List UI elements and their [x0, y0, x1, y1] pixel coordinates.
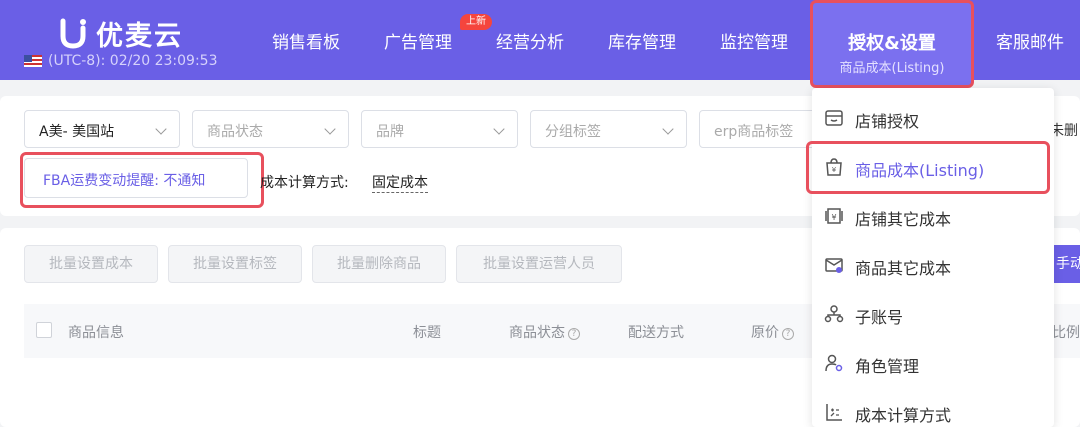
group-tag-placeholder: 分组标签 [545, 124, 601, 140]
product-other-cost-icon [825, 258, 843, 273]
col-status-label: 商品状态 [509, 325, 565, 341]
settings-dropdown-menu: 店铺授权 ¥ 商品成本(Listing) ¥ 店铺其它成本 商品其它成本 子账号… [812, 88, 1054, 427]
cost-method-value[interactable]: 固定成本 [372, 172, 428, 193]
status-select[interactable]: 商品状态 [192, 110, 349, 148]
batch-set-tag-button[interactable]: 批量设置标签 [168, 245, 302, 283]
menu-item-sub-account[interactable]: 子账号 [812, 294, 1054, 336]
timezone-clock: (UTC-8): 02/20 23:09:53 [24, 53, 217, 69]
chevron-down-icon [493, 123, 505, 135]
role-management-icon [825, 354, 843, 372]
new-badge: 上新 [460, 14, 492, 30]
cost-method-icon [826, 404, 842, 421]
menu-item-store-auth[interactable]: 店铺授权 [812, 98, 1054, 140]
brand-select-placeholder: 品牌 [376, 124, 404, 140]
brand-select[interactable]: 品牌 [361, 110, 518, 148]
svg-text:¥: ¥ [831, 213, 836, 222]
select-all-checkbox[interactable] [36, 322, 52, 338]
top-nav-bar: 优麦云 (UTC-8): 02/20 23:09:53 销售看板 广告管理 上新… [0, 0, 1080, 88]
chevron-down-icon [324, 123, 336, 135]
nav-sales-dashboard[interactable]: 销售看板 [272, 28, 340, 53]
menu-item-label: 店铺其它成本 [855, 210, 952, 229]
batch-set-operator-button[interactable]: 批量设置运营人员 [456, 245, 622, 283]
nav-business-analysis[interactable]: 经营分析 [496, 28, 564, 53]
nav-inventory-management[interactable]: 库存管理 [608, 28, 676, 53]
site-select[interactable]: A美- 美国站 [24, 110, 180, 148]
highlight-box [806, 141, 1050, 194]
chevron-down-icon [662, 123, 674, 135]
menu-item-role-management[interactable]: 角色管理 [812, 343, 1054, 385]
status-select-placeholder: 商品状态 [207, 124, 263, 140]
cost-method-label: 成本计算方式: [260, 175, 349, 191]
sub-account-icon [824, 305, 844, 323]
logo-text: 优麦云 [96, 21, 183, 52]
menu-item-label: 成本计算方式 [855, 406, 952, 425]
chevron-down-icon [155, 123, 167, 135]
nav-auth-settings-label: 授权&设置 [848, 33, 936, 54]
nav-customer-mail[interactable]: 客服邮件 [996, 28, 1064, 53]
store-auth-icon [825, 110, 843, 126]
col-ratio: 比例 [1052, 325, 1080, 341]
col-product-info: 商品信息 [68, 325, 124, 341]
menu-item-label: 店铺授权 [855, 112, 920, 131]
menu-item-cost-method[interactable]: 成本计算方式 [812, 392, 1054, 427]
batch-set-cost-button[interactable]: 批量设置成本 [24, 245, 158, 283]
menu-item-store-other-cost[interactable]: ¥ 店铺其它成本 [812, 196, 1054, 238]
us-flag-icon [24, 55, 42, 67]
nav-auth-settings[interactable]: 授权&设置 商品成本(Listing) [810, 0, 974, 88]
menu-item-label: 角色管理 [855, 357, 920, 376]
logo[interactable]: 优麦云 [58, 14, 183, 53]
nav-monitor-management[interactable]: 监控管理 [720, 28, 788, 53]
menu-item-label: 商品其它成本 [855, 259, 952, 278]
erp-tag-placeholder: erp商品标签 [714, 124, 794, 140]
group-tag-select[interactable]: 分组标签 [530, 110, 687, 148]
nav-ad-management[interactable]: 广告管理 [384, 28, 452, 53]
truncated-filter-label: 未删 [1050, 123, 1078, 139]
highlight-box [20, 152, 264, 208]
help-icon[interactable]: ? [782, 328, 794, 340]
col-original-price-label: 原价 [751, 325, 779, 341]
store-other-cost-icon: ¥ [825, 208, 843, 224]
nav-auth-settings-sub: 商品成本(Listing) [839, 61, 945, 76]
batch-delete-button[interactable]: 批量删除商品 [312, 245, 446, 283]
col-title: 标题 [413, 325, 441, 341]
menu-item-product-other-cost[interactable]: 商品其它成本 [812, 245, 1054, 287]
col-status: 商品状态? [509, 322, 580, 342]
col-original-price: 原价? [751, 322, 794, 342]
help-icon[interactable]: ? [568, 328, 580, 340]
col-delivery: 配送方式 [628, 325, 684, 341]
menu-item-label: 子账号 [855, 308, 904, 327]
logo-icon [60, 18, 86, 49]
timezone-text: (UTC-8): 02/20 23:09:53 [48, 53, 218, 69]
site-select-value: A美- 美国站 [39, 124, 115, 140]
